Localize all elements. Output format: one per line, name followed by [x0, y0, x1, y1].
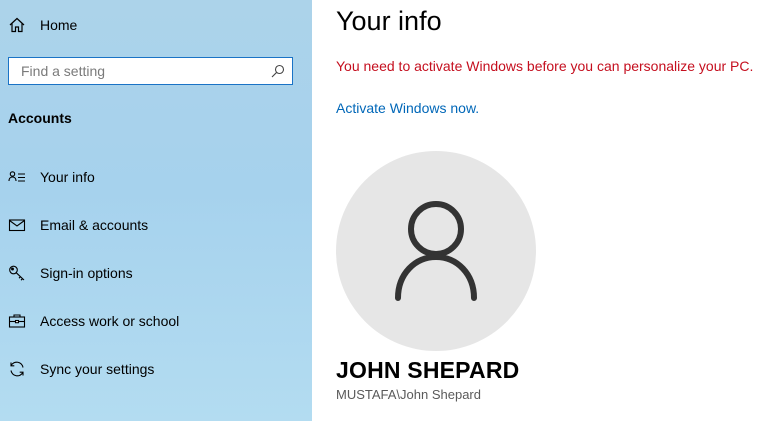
sidebar-item-your-info[interactable]: Your info	[8, 164, 303, 190]
user-account: MUSTAFA\John Shepard	[336, 387, 481, 402]
sidebar-item-label: Email & accounts	[40, 217, 149, 233]
sidebar-item-label: Your info	[40, 169, 95, 185]
activation-warning: You need to activate Windows before you …	[336, 58, 754, 74]
key-icon	[8, 264, 26, 282]
search-box[interactable]	[8, 57, 293, 85]
section-title: Accounts	[8, 110, 72, 126]
sync-icon	[8, 360, 26, 378]
home-nav-item[interactable]: Home	[8, 12, 298, 38]
sidebar-item-sign-in-options[interactable]: Sign-in options	[8, 260, 303, 286]
sidebar-item-label: Sign-in options	[40, 265, 133, 281]
search-input[interactable]	[19, 62, 270, 80]
user-name: JOHN SHEPARD	[336, 357, 520, 383]
briefcase-icon	[8, 312, 26, 330]
mail-icon	[8, 216, 26, 234]
home-label: Home	[40, 17, 78, 33]
home-icon	[8, 16, 26, 34]
user-silhouette-icon	[395, 201, 477, 301]
page-title: Your info	[336, 6, 442, 36]
sidebar-item-access-work-school[interactable]: Access work or school	[8, 308, 303, 334]
main-content: Your info You need to activate Windows b…	[312, 0, 769, 421]
sidebar: Home Accounts Your info Emai	[0, 0, 312, 421]
person-card-icon	[8, 168, 26, 186]
sidebar-item-email-accounts[interactable]: Email & accounts	[8, 212, 303, 238]
avatar[interactable]	[336, 151, 536, 351]
sidebar-item-label: Sync your settings	[40, 361, 155, 377]
sidebar-item-label: Access work or school	[40, 313, 180, 329]
search-icon[interactable]	[270, 63, 286, 79]
sidebar-item-sync-settings[interactable]: Sync your settings	[8, 356, 303, 382]
activate-windows-link[interactable]: Activate Windows now.	[336, 100, 479, 116]
